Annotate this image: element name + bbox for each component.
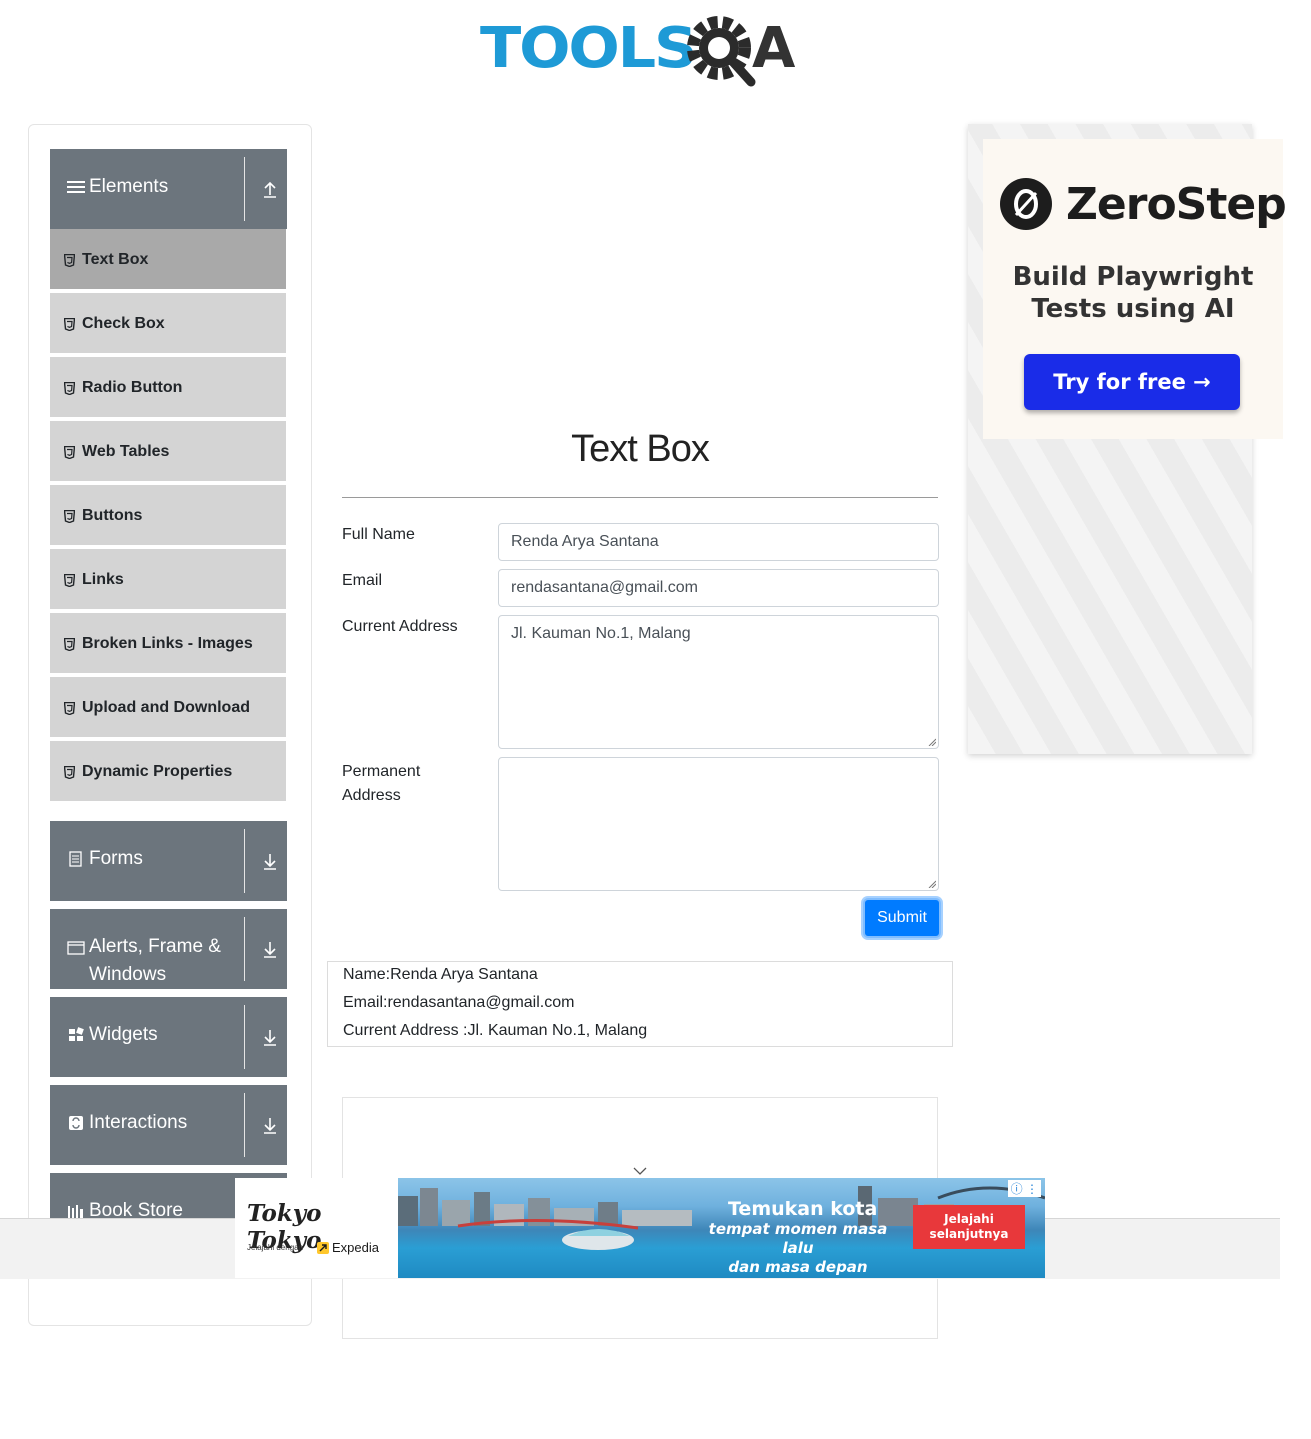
group-widgets-label: Widgets: [89, 1024, 158, 1045]
group-book-store-label: Book Store: [89, 1200, 183, 1219]
menu-item-buttons[interactable]: Buttons: [50, 485, 286, 547]
output-name: Name:Renda Arya Santana: [343, 966, 538, 983]
logo-text-a: A: [752, 16, 796, 81]
menu-item-label: Broken Links - Images: [82, 635, 253, 652]
menu-item-links[interactable]: Links: [50, 549, 286, 611]
current-address-value: Jl. Kauman No.1, Malang: [511, 625, 691, 642]
menu-item-dynamic-properties[interactable]: Dynamic Properties: [50, 741, 286, 803]
resize-handle-icon[interactable]: [928, 880, 936, 888]
html5-icon: [64, 381, 75, 395]
html5-icon: [64, 317, 75, 331]
current-address-textarea[interactable]: Jl. Kauman No.1, Malang: [498, 615, 939, 749]
submit-button[interactable]: Submit: [863, 898, 941, 938]
menu-item-label: Upload and Download: [82, 699, 250, 716]
banner-title: Temukan kota: [728, 1198, 878, 1220]
group-forms-label: Forms: [89, 848, 143, 869]
form-icon: [69, 851, 82, 867]
permanent-address-textarea[interactable]: [498, 757, 939, 891]
sidebar: Elements Text Box Check Box Radio Button…: [28, 124, 312, 1326]
ad-info-icon[interactable]: ⓘ ⋮: [1007, 1180, 1041, 1197]
menu-item-label: Text Box: [82, 251, 149, 268]
group-forms[interactable]: Forms: [50, 821, 287, 901]
logo-text: TOOLS: [480, 16, 698, 81]
expedia-icon: [317, 1241, 329, 1254]
full-name-input[interactable]: [498, 523, 939, 561]
zerostep-ad[interactable]: ZeroStep Build Playwright Tests using AI…: [983, 139, 1287, 439]
zerostep-brand: ZeroStep: [1066, 179, 1287, 230]
zerostep-tagline: Build Playwright Tests using AI: [983, 261, 1283, 325]
permanent-address-label: Permanent Address: [342, 760, 420, 808]
group-alerts-label-line2: Windows: [89, 964, 167, 985]
resize-handle-icon[interactable]: [928, 738, 936, 746]
email-label: Email: [342, 572, 383, 589]
expand-down-icon[interactable]: [262, 1115, 278, 1135]
tokyo-brand-panel: Tokyo Tokyo Jelajahi dengan Expedia: [235, 1178, 398, 1278]
banner-subtitle-line2: dan masa depan berpadu: [728, 1258, 868, 1278]
output-email: Email:rendasantana@gmail.com: [343, 994, 575, 1011]
permanent-address-label-line1: Permanent: [342, 763, 421, 780]
full-name-label: Full Name: [342, 526, 415, 543]
html5-icon: [64, 765, 75, 779]
output-panel: Name:Renda Arya Santana Email:rendasanta…: [327, 961, 953, 1047]
menu-item-check-box[interactable]: Check Box: [50, 293, 286, 355]
html5-icon: [64, 573, 75, 587]
menu-item-text-box[interactable]: Text Box: [50, 229, 286, 291]
email-input[interactable]: [498, 569, 939, 607]
banner-subtitle: tempat momen masa lalu dan masa depan be…: [698, 1220, 898, 1278]
permanent-address-label-line2: Address: [342, 787, 401, 804]
current-address-label: Current Address: [342, 618, 458, 635]
collapse-up-icon[interactable]: [262, 179, 278, 199]
widgets-icon: [69, 1027, 84, 1041]
html5-icon: [64, 445, 75, 459]
jelajahi-label-line1: Jelajahi: [944, 1212, 994, 1226]
group-alerts-frame-windows[interactable]: Alerts, Frame & Windows: [50, 909, 287, 989]
expedia-label: Expedia: [332, 1240, 379, 1255]
output-current-address: Current Address :Jl. Kauman No.1, Malang: [343, 1022, 648, 1039]
zerostep-tagline-line1: Build Playwright: [1012, 262, 1254, 292]
banner-subtitle-line1: tempat momen masa lalu: [708, 1220, 888, 1257]
menu-item-label: Check Box: [82, 315, 165, 332]
html5-icon: [64, 253, 75, 267]
menu-item-radio-button[interactable]: Radio Button: [50, 357, 286, 419]
menu-item-broken-links-images[interactable]: Broken Links - Images: [50, 613, 286, 675]
bookstore-icon: [68, 1205, 83, 1218]
expedia-logo: Expedia: [317, 1240, 379, 1255]
expand-down-icon[interactable]: [262, 1027, 278, 1047]
zerostep-tagline-line2: Tests using AI: [1031, 294, 1235, 324]
menu-item-upload-and-download[interactable]: Upload and Download: [50, 677, 286, 739]
tokyo-ad-banner[interactable]: Tokyo Tokyo Jelajahi dengan Expedia Temu…: [235, 1178, 1045, 1278]
group-interactions-label: Interactions: [89, 1112, 188, 1133]
chevron-down-icon[interactable]: [632, 1163, 648, 1175]
html5-icon: [64, 509, 75, 523]
toolsqa-logo[interactable]: TOOLS A: [480, 14, 805, 94]
page-title: Text Box: [571, 428, 710, 470]
try-for-free-button[interactable]: Try for free →: [1024, 354, 1240, 410]
zerostep-logo-icon: [1000, 178, 1052, 230]
jelajahi-label-line2: selanjutnya: [929, 1227, 1009, 1241]
title-divider: [342, 497, 938, 498]
html5-icon: [64, 701, 75, 715]
window-icon: [67, 941, 85, 955]
menu-item-label: Dynamic Properties: [82, 763, 233, 780]
gear-magnifier-icon: [687, 16, 756, 87]
menu-item-label: Links: [82, 571, 124, 588]
jelajahi-button[interactable]: Jelajahi selanjutnya: [913, 1205, 1025, 1249]
html5-icon: [64, 637, 75, 651]
group-widgets[interactable]: Widgets: [50, 997, 287, 1077]
menu-item-label: Web Tables: [82, 443, 170, 460]
group-alerts-label-line1: Alerts, Frame &: [89, 936, 221, 957]
menu-item-label: Radio Button: [82, 379, 183, 396]
expand-down-icon[interactable]: [262, 939, 278, 959]
expand-down-icon[interactable]: [262, 851, 278, 871]
menu-item-label: Buttons: [82, 507, 143, 524]
hamburger-icon: [67, 181, 85, 193]
partner-prefix: Jelajahi dengan: [247, 1243, 304, 1252]
group-elements-label: Elements: [89, 176, 169, 197]
group-interactions[interactable]: Interactions: [50, 1085, 287, 1165]
group-elements[interactable]: Elements: [50, 149, 287, 229]
interactions-icon: [69, 1116, 83, 1130]
tokyo-city-photo: Temukan kota tempat momen masa lalu dan …: [398, 1178, 1045, 1278]
menu-item-web-tables[interactable]: Web Tables: [50, 421, 286, 483]
